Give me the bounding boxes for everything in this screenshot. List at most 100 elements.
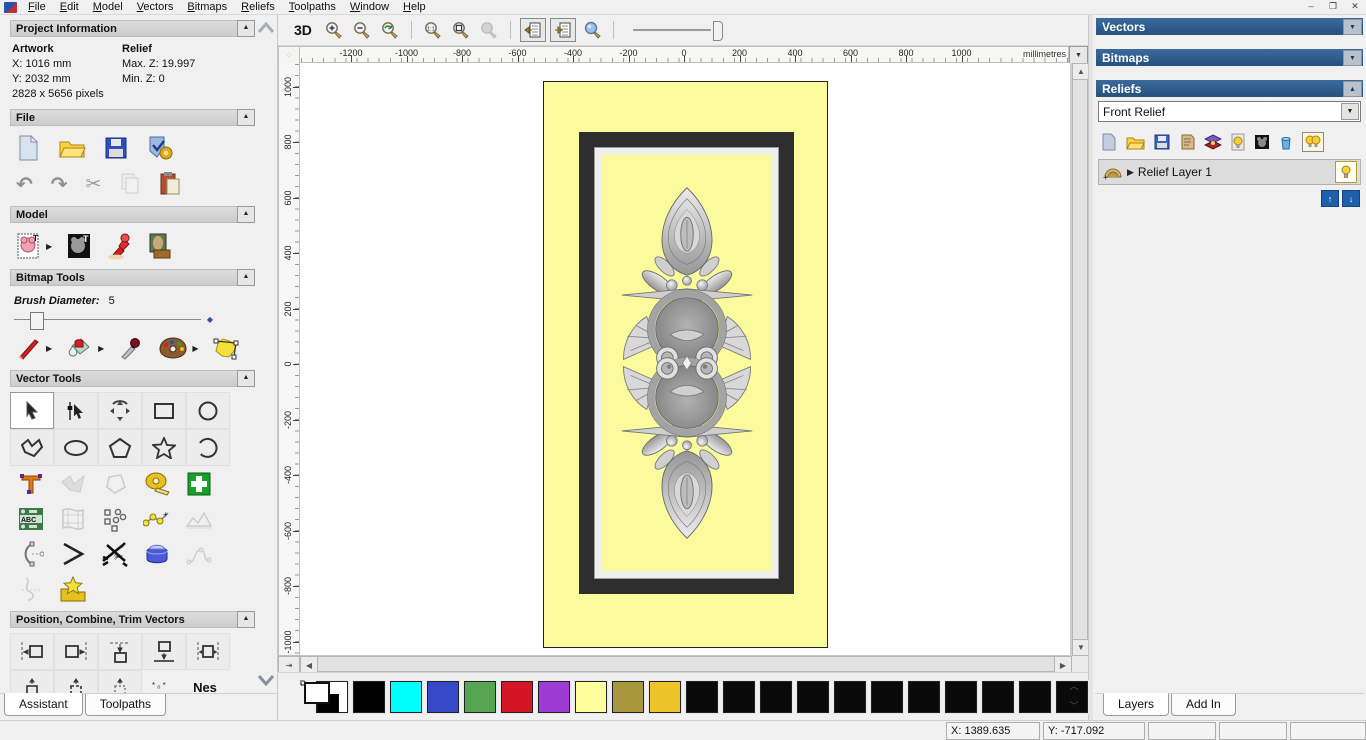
artwork-sheet[interactable] (543, 81, 828, 648)
vectors-section-header[interactable]: Vectors ▼ (1096, 18, 1363, 35)
zoom-box-icon[interactable] (449, 19, 473, 41)
create-polygon-icon[interactable] (98, 429, 142, 466)
collapse-icon[interactable]: ▲ (237, 206, 255, 223)
menu-bitmaps[interactable]: Bitmaps (180, 1, 234, 13)
palette-swatch[interactable] (390, 681, 422, 713)
zoom-previous-icon[interactable] (378, 19, 402, 41)
toggle-all-visibility-icon[interactable] (1302, 132, 1324, 152)
dropdown-arrow-icon[interactable]: ▼ (1341, 103, 1359, 120)
layer-visibility-icon[interactable] (1231, 133, 1245, 151)
delete-layer-icon[interactable] (1279, 134, 1293, 150)
brush-diameter-slider[interactable]: ◆ (14, 311, 241, 329)
expand-down-icon[interactable]: ▼ (1343, 50, 1362, 66)
palette-swatch[interactable] (834, 681, 866, 713)
flyout-arrow-icon[interactable]: ▶ (46, 344, 52, 353)
collapse-icon[interactable]: ▲ (237, 269, 255, 286)
wrap-text-icon[interactable] (52, 466, 94, 501)
create-ellipse-icon[interactable] (54, 429, 98, 466)
toggle-page-right-icon[interactable] (550, 18, 576, 42)
panel-scroll-down-icon[interactable] (256, 669, 276, 691)
open-file-icon[interactable] (58, 136, 86, 160)
extrude-icon[interactable] (136, 536, 178, 571)
menu-help[interactable]: Help (396, 1, 433, 13)
palette-swatch[interactable] (686, 681, 718, 713)
collapse-icon[interactable]: ▲ (237, 611, 255, 628)
create-star-icon[interactable] (142, 429, 186, 466)
tab-layers[interactable]: Layers (1103, 693, 1169, 716)
select-vectors-icon[interactable] (10, 392, 54, 429)
scatter-icon[interactable]: * ₒ *₀ . (142, 670, 184, 693)
relief-layer-row[interactable]: + ▶ Relief Layer 1 (1098, 159, 1361, 185)
layer-expander-icon[interactable]: ▶ (1127, 167, 1134, 178)
align-center-2-icon[interactable] (54, 670, 98, 693)
open-relief-layer-icon[interactable] (1126, 134, 1145, 150)
flyout-arrow-icon[interactable]: ▶ (98, 344, 104, 353)
toggle-page-left-icon[interactable] (520, 18, 546, 42)
palette-swatch[interactable] (612, 681, 644, 713)
palette-swatch[interactable] (353, 681, 385, 713)
fit-spline-icon[interactable] (178, 536, 220, 571)
envelope-distort-icon[interactable] (52, 501, 94, 536)
zoom-slider[interactable] (633, 19, 725, 41)
close-button[interactable]: ✕ (1344, 0, 1366, 14)
palette-swatch[interactable] (538, 681, 570, 713)
reliefs-section-header[interactable]: Reliefs ▲ (1096, 80, 1363, 97)
lighting-material-icon[interactable] (106, 232, 132, 260)
zoom-object-icon[interactable] (477, 19, 501, 41)
save-relief-layer-icon[interactable] (1154, 134, 1170, 150)
bitmaps-section-header[interactable]: Bitmaps ▼ (1096, 49, 1363, 66)
merge-relief-layers-icon[interactable] (1204, 134, 1222, 150)
text-block-icon[interactable]: ABC (10, 501, 52, 536)
colour-indicator[interactable]: ⧉ (304, 680, 308, 714)
section-icon[interactable] (10, 571, 52, 606)
palette-swatch[interactable] (760, 681, 792, 713)
center-horizontal-icon[interactable] (186, 633, 230, 670)
palette-swatch[interactable] (945, 681, 977, 713)
collapse-icon[interactable]: ▲ (237, 20, 255, 37)
fit-arcs-icon[interactable] (10, 536, 52, 571)
align-right-icon[interactable] (54, 633, 98, 670)
greyscale-preview-icon[interactable] (1254, 134, 1270, 150)
wrap-vectors-icon[interactable] (52, 571, 94, 606)
create-circle-icon[interactable] (186, 392, 230, 429)
layer-visibility-bulb-icon[interactable] (1335, 161, 1357, 183)
fit-nodes-icon[interactable]: + (136, 501, 178, 536)
flyout-arrow-icon[interactable]: ▶ (192, 344, 198, 353)
bisector-icon[interactable] (52, 536, 94, 571)
zoom-lens-icon[interactable] (580, 19, 604, 41)
palette-swatch[interactable] (908, 681, 940, 713)
new-relief-layer-icon[interactable] (1101, 133, 1117, 151)
node-editing-icon[interactable] (54, 392, 98, 429)
vertical-scrollbar[interactable]: ▲ ▼ (1071, 63, 1088, 656)
zoom-out-icon[interactable] (350, 19, 374, 41)
collapse-icon[interactable]: ▲ (237, 109, 255, 126)
paint-brush-icon[interactable] (16, 336, 42, 360)
palette-swatch[interactable] (464, 681, 496, 713)
create-polyline-icon[interactable] (10, 429, 54, 466)
tab-toolpaths[interactable]: Toolpaths (85, 694, 166, 716)
primary-colour[interactable] (304, 682, 330, 704)
create-arc-icon[interactable] (186, 429, 230, 466)
menu-edit[interactable]: Edit (53, 1, 86, 13)
new-model-dark-icon[interactable]: T (66, 232, 92, 260)
align-top-icon[interactable] (98, 633, 142, 670)
relief-layer-thumb-icon[interactable]: + (1102, 163, 1124, 181)
palette-swatch[interactable] (649, 681, 681, 713)
nesting-icon[interactable]: Nes (184, 670, 226, 693)
simplify-vectors-icon[interactable] (178, 501, 220, 536)
palette-icon[interactable] (158, 336, 188, 360)
measure-icon[interactable] (136, 466, 178, 501)
minimize-button[interactable]: – (1300, 0, 1322, 14)
relief-select[interactable]: Front Relief ▼ (1098, 101, 1361, 122)
palette-swatch[interactable] (575, 681, 607, 713)
create-text-icon[interactable] (10, 466, 52, 501)
zoom-slider-handle[interactable] (713, 21, 723, 41)
tab-add-in[interactable]: Add In (1171, 694, 1236, 716)
canvas-viewport[interactable] (300, 63, 1071, 656)
zoom-in-icon[interactable] (322, 19, 346, 41)
cut-icon[interactable]: ✂ (86, 173, 102, 196)
trim-vectors-icon[interactable]: ✂ (94, 536, 136, 571)
restore-button[interactable]: ❐ (1322, 0, 1344, 14)
menu-vectors[interactable]: Vectors (130, 1, 181, 13)
palette-swatch[interactable] (427, 681, 459, 713)
